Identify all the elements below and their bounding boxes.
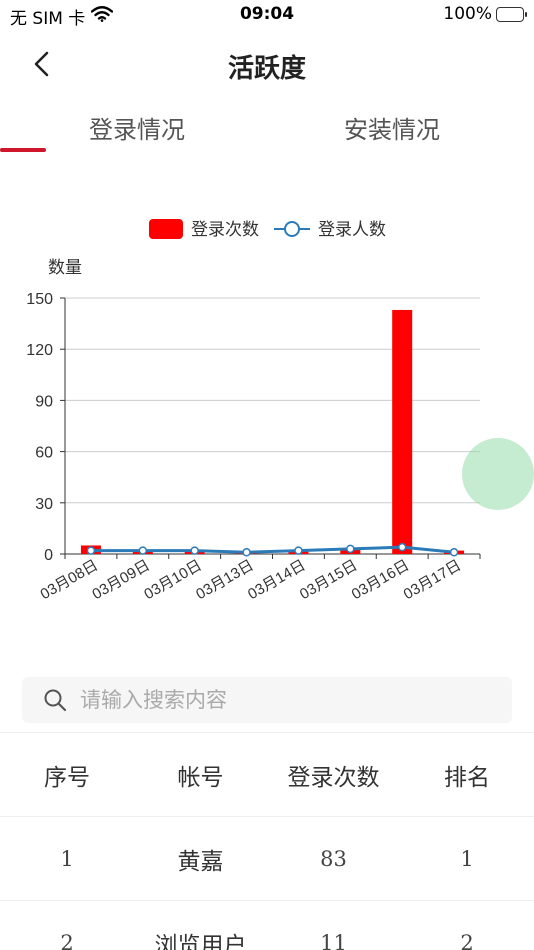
header-login-count: 登录次数 [287, 765, 380, 791]
line-point [397, 542, 407, 552]
header-index: 序号 [44, 765, 90, 791]
line-point [242, 548, 251, 557]
ranking-table: 序号 帐号 登录次数 排名 1 黄嘉 83 1 2 浏览用户 11 2 [0, 732, 534, 950]
page-title: 活跃度 [227, 54, 306, 84]
legend-bar-swatch [149, 219, 183, 239]
status-right: 100% [443, 4, 527, 24]
x-tick-label: 03月09日 [89, 557, 152, 603]
line-point [190, 546, 199, 555]
y-tick-label: 0 [44, 547, 53, 564]
line-point [294, 546, 303, 555]
x-tick-label: 03月10日 [141, 557, 204, 603]
legend-line-marker [284, 221, 300, 237]
cell-index: 2 [60, 931, 74, 950]
line-point [346, 544, 355, 554]
line-point [449, 548, 459, 557]
cell-index: 1 [60, 847, 74, 871]
y-tick-label: 30 [35, 496, 53, 513]
tab-login-status[interactable]: 登录情况 [89, 110, 185, 145]
x-tick-label: 03月16日 [349, 557, 412, 603]
x-tick-label: 03月17日 [401, 557, 464, 603]
search-box [22, 677, 512, 723]
y-axis-label: 数量 [48, 258, 82, 277]
table-header-row: 序号 帐号 登录次数 排名 [0, 732, 534, 816]
activity-chart: 0 30 60 90 120 150 数量 登录次数 登录人数 03月08日 03月09日 03月10… [0, 200, 534, 630]
battery-percent: 100% [443, 4, 492, 24]
y-tick-label: 150 [26, 291, 53, 308]
floating-assist-button[interactable] [462, 438, 534, 510]
search-icon [42, 687, 68, 713]
cell-account: 浏览用户 [154, 933, 247, 950]
tab-install-status[interactable]: 安装情况 [344, 110, 440, 145]
nav-bar: 活跃度 [0, 34, 534, 94]
line-point [86, 546, 96, 555]
tab-active-indicator [0, 148, 46, 152]
header-account: 帐号 [177, 765, 224, 791]
y-tick-label: 90 [35, 393, 53, 410]
table-row[interactable]: 2 浏览用户 11 2 [0, 900, 534, 950]
search-input[interactable] [80, 688, 480, 712]
bar [392, 309, 413, 554]
chart-canvas: 0306090120150数量登录次数 登录人数03月08日03月09日03月10… [26, 219, 481, 603]
battery-icon [496, 6, 527, 22]
cell-login-count: 11 [320, 931, 347, 950]
y-tick-label: 60 [35, 445, 53, 462]
header-rank: 排名 [444, 765, 490, 791]
status-bar: 无 SIM 卡 09:04 100% [0, 0, 534, 30]
cell-account: 黄嘉 [177, 849, 224, 875]
legend-label: 登录次数 [191, 220, 259, 239]
cell-rank: 2 [460, 931, 474, 950]
line-point [138, 546, 148, 555]
x-tick-label: 03月15日 [297, 557, 360, 603]
tab-bar: 登录情况 安装情况 [0, 104, 534, 154]
x-tick-label: 03月13日 [193, 557, 256, 603]
cell-login-count: 83 [320, 847, 347, 871]
y-tick-label: 120 [26, 342, 53, 359]
cell-rank: 1 [460, 847, 474, 871]
x-tick-label: 03月14日 [245, 557, 308, 603]
legend-label: 登录人数 [318, 220, 386, 239]
table-row[interactable]: 1 黄嘉 83 1 [0, 816, 534, 900]
